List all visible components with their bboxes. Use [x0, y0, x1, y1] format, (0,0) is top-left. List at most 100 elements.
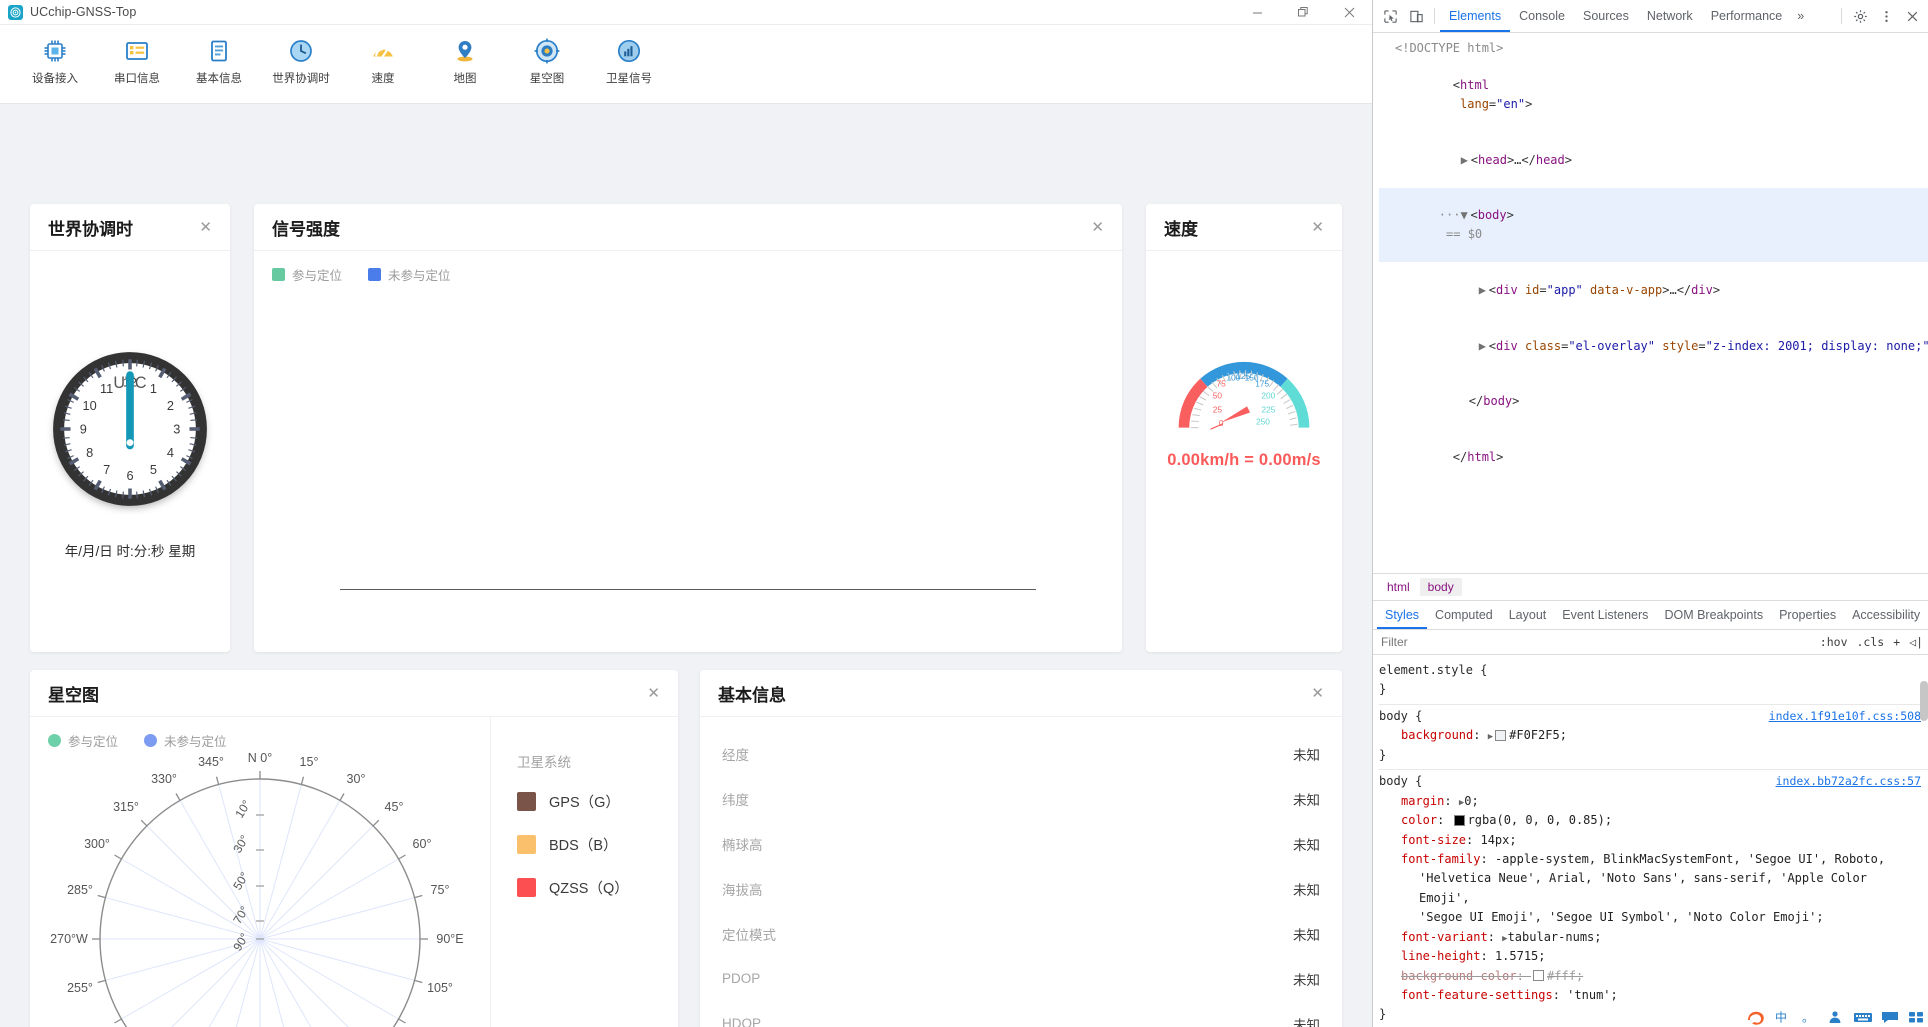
declaration-color[interactable]: color: rgba(0, 0, 0, 0.85);: [1379, 811, 1923, 830]
style-rule-body-2[interactable]: index.bb72a2fc.css:57 body { margin: ▶0;…: [1379, 770, 1928, 1027]
document-icon: [205, 34, 233, 68]
close-icon[interactable]: ✕: [647, 686, 660, 701]
breadcrumb-html[interactable]: html: [1379, 578, 1418, 596]
subtab-accessibility[interactable]: Accessibility: [1844, 602, 1928, 629]
chip-icon: [41, 34, 69, 68]
close-icon[interactable]: [1899, 3, 1925, 29]
close-icon[interactable]: ✕: [1311, 220, 1324, 235]
devtools-tab-performance[interactable]: Performance: [1702, 1, 1792, 32]
gear-icon[interactable]: [1847, 3, 1873, 29]
satellite-system-item-qzss[interactable]: QZSS（Q）: [517, 877, 678, 898]
tray-apps-icon[interactable]: [1907, 1009, 1925, 1025]
legend-item[interactable]: 未参与定位: [368, 265, 451, 284]
declaration-font-family[interactable]: font-family: -apple-system, BlinkMacSyst…: [1379, 850, 1923, 869]
dom-line-doctype[interactable]: <!DOCTYPE html>: [1379, 39, 1928, 58]
sogou-ime-icon[interactable]: [1745, 1009, 1764, 1025]
dom-line-body-selected[interactable]: ···▼ <body> == $0: [1379, 187, 1928, 263]
svg-text:90°E: 90°E: [436, 932, 463, 946]
devtools-tab-elements[interactable]: Elements: [1440, 1, 1510, 32]
dom-line-html-close[interactable]: </html>: [1379, 429, 1928, 485]
info-key: 定位模式: [722, 927, 776, 943]
style-rule-element-style[interactable]: element.style { }: [1379, 659, 1928, 705]
subtab-styles[interactable]: Styles: [1377, 602, 1427, 629]
card-body: 121 23 45 67 89 1011 UTC 年/月: [30, 251, 230, 652]
breadcrumb-body[interactable]: body: [1419, 578, 1462, 596]
declaration-background-color-overridden[interactable]: background-color: #fff;: [1379, 967, 1923, 986]
color-swatch[interactable]: [1533, 970, 1545, 982]
map-pin-icon: [451, 34, 479, 68]
devtools-tab-console[interactable]: Console: [1510, 1, 1574, 32]
dom-line-overlay-div[interactable]: ▶ <div class="el-overlay" style="z-index:…: [1379, 318, 1928, 374]
subtab-layout[interactable]: Layout: [1501, 602, 1555, 629]
rule-source-link[interactable]: index.1f91e10f.css:508: [1769, 707, 1921, 726]
declaration-font-variant[interactable]: font-variant: ▶tabular-nums;: [1379, 928, 1923, 947]
toolbar-item-serial-info[interactable]: 串口信息: [96, 31, 178, 86]
tray-chinese-icon[interactable]: 中: [1772, 1009, 1790, 1025]
info-value: 未知: [1293, 792, 1320, 808]
close-icon[interactable]: ✕: [1311, 686, 1324, 701]
cls-toggle[interactable]: .cls: [1857, 635, 1885, 649]
dom-line-body-close[interactable]: </body>: [1379, 374, 1928, 430]
card-body: 0 25 50 75 100 125 150 175 200 225 250 0…: [1146, 251, 1342, 714]
subtab-properties[interactable]: Properties: [1771, 602, 1844, 629]
legend-item[interactable]: 参与定位: [272, 265, 342, 284]
declaration-font-size[interactable]: font-size: 14px;: [1379, 831, 1923, 850]
close-icon[interactable]: ✕: [1091, 220, 1104, 235]
toolbar-item-speed[interactable]: 速度: [342, 31, 424, 86]
inspect-cursor-icon[interactable]: [1377, 3, 1403, 29]
devtools-tab-network[interactable]: Network: [1638, 1, 1702, 32]
svg-text:30°: 30°: [347, 772, 366, 786]
hov-toggle[interactable]: :hov: [1820, 635, 1848, 649]
devtools-tab-sources[interactable]: Sources: [1574, 1, 1638, 32]
style-rule-body-1[interactable]: index.1f91e10f.css:508 body { background…: [1379, 705, 1928, 771]
toggle-sidebar-button[interactable]: ◁|: [1909, 635, 1923, 649]
device-toolbar-icon[interactable]: [1403, 3, 1429, 29]
declaration-background[interactable]: background: ▶ #F0F2F5;: [1379, 726, 1923, 745]
dom-line-head[interactable]: ▶ <head>…</head>: [1379, 132, 1928, 188]
tray-punctuation-icon[interactable]: 。: [1799, 1009, 1817, 1025]
toolbar-item-basic-info[interactable]: 基本信息: [178, 31, 260, 86]
dom-line-html[interactable]: <html lang="en">: [1379, 58, 1928, 132]
toolbar-item-utc[interactable]: 世界协调时: [260, 31, 342, 86]
maximize-button[interactable]: [1280, 0, 1326, 24]
minimize-button[interactable]: [1234, 0, 1280, 24]
subtab-computed[interactable]: Computed: [1427, 602, 1501, 629]
info-value: 未知: [1293, 882, 1320, 898]
declaration-property: font-family: [1401, 851, 1481, 866]
devtools-panel: Elements Console Sources Network Perform…: [1372, 0, 1928, 1027]
subtab-dom-breakpoints[interactable]: DOM Breakpoints: [1656, 602, 1771, 629]
styles-scrollbar[interactable]: [1920, 681, 1928, 721]
toolbar-item-skyplot[interactable]: 星空图: [506, 31, 588, 86]
card-header: 世界协调时 ✕: [30, 204, 230, 251]
satellite-system-item-gps[interactable]: GPS（G）: [517, 791, 678, 812]
color-swatch[interactable]: [1495, 729, 1507, 741]
card-basic-info: 基本信息 ✕ 经度 未知 纬度 未知 椭球高 未知 海拔高 未知 定位模式 未知…: [700, 670, 1342, 1027]
svg-text:10°: 10°: [232, 797, 254, 820]
toolbar-item-device-access[interactable]: 设备接入: [14, 31, 96, 86]
svg-text:8: 8: [86, 444, 93, 459]
new-style-rule-button[interactable]: +: [1893, 635, 1900, 649]
svg-text:175: 175: [1255, 379, 1269, 389]
dom-line-app-div[interactable]: ▶ <div id="app" data-v-app>…</div>: [1379, 262, 1928, 318]
target-logo-icon: [8, 4, 23, 20]
svg-text:10: 10: [83, 398, 97, 413]
declaration-font-feature-settings[interactable]: font-feature-settings: 'tnum';: [1379, 986, 1923, 1005]
tray-person-icon[interactable]: [1826, 1009, 1844, 1025]
declaration-margin[interactable]: margin: ▶0;: [1379, 792, 1923, 811]
close-button[interactable]: [1326, 0, 1372, 24]
toolbar-item-map[interactable]: 地图: [424, 31, 506, 86]
svg-text:270°W: 270°W: [50, 932, 88, 946]
tray-keyboard-icon[interactable]: [1853, 1009, 1872, 1025]
satellite-system-item-bds[interactable]: BDS（B）: [517, 834, 678, 855]
more-vertical-icon[interactable]: [1873, 3, 1899, 29]
declaration-line-height[interactable]: line-height: 1.5715;: [1379, 947, 1923, 966]
more-tabs-button[interactable]: »: [1791, 1, 1810, 32]
subtab-event-listeners[interactable]: Event Listeners: [1554, 602, 1656, 629]
tray-message-icon[interactable]: [1880, 1009, 1898, 1025]
styles-filter-input[interactable]: [1379, 634, 1553, 650]
close-icon[interactable]: ✕: [199, 220, 212, 235]
toolbar-item-satellite-signal[interactable]: 卫星信号: [588, 31, 670, 86]
color-swatch[interactable]: [1453, 814, 1465, 826]
svg-text:50: 50: [1213, 391, 1223, 401]
rule-source-link[interactable]: index.bb72a2fc.css:57: [1776, 772, 1921, 791]
